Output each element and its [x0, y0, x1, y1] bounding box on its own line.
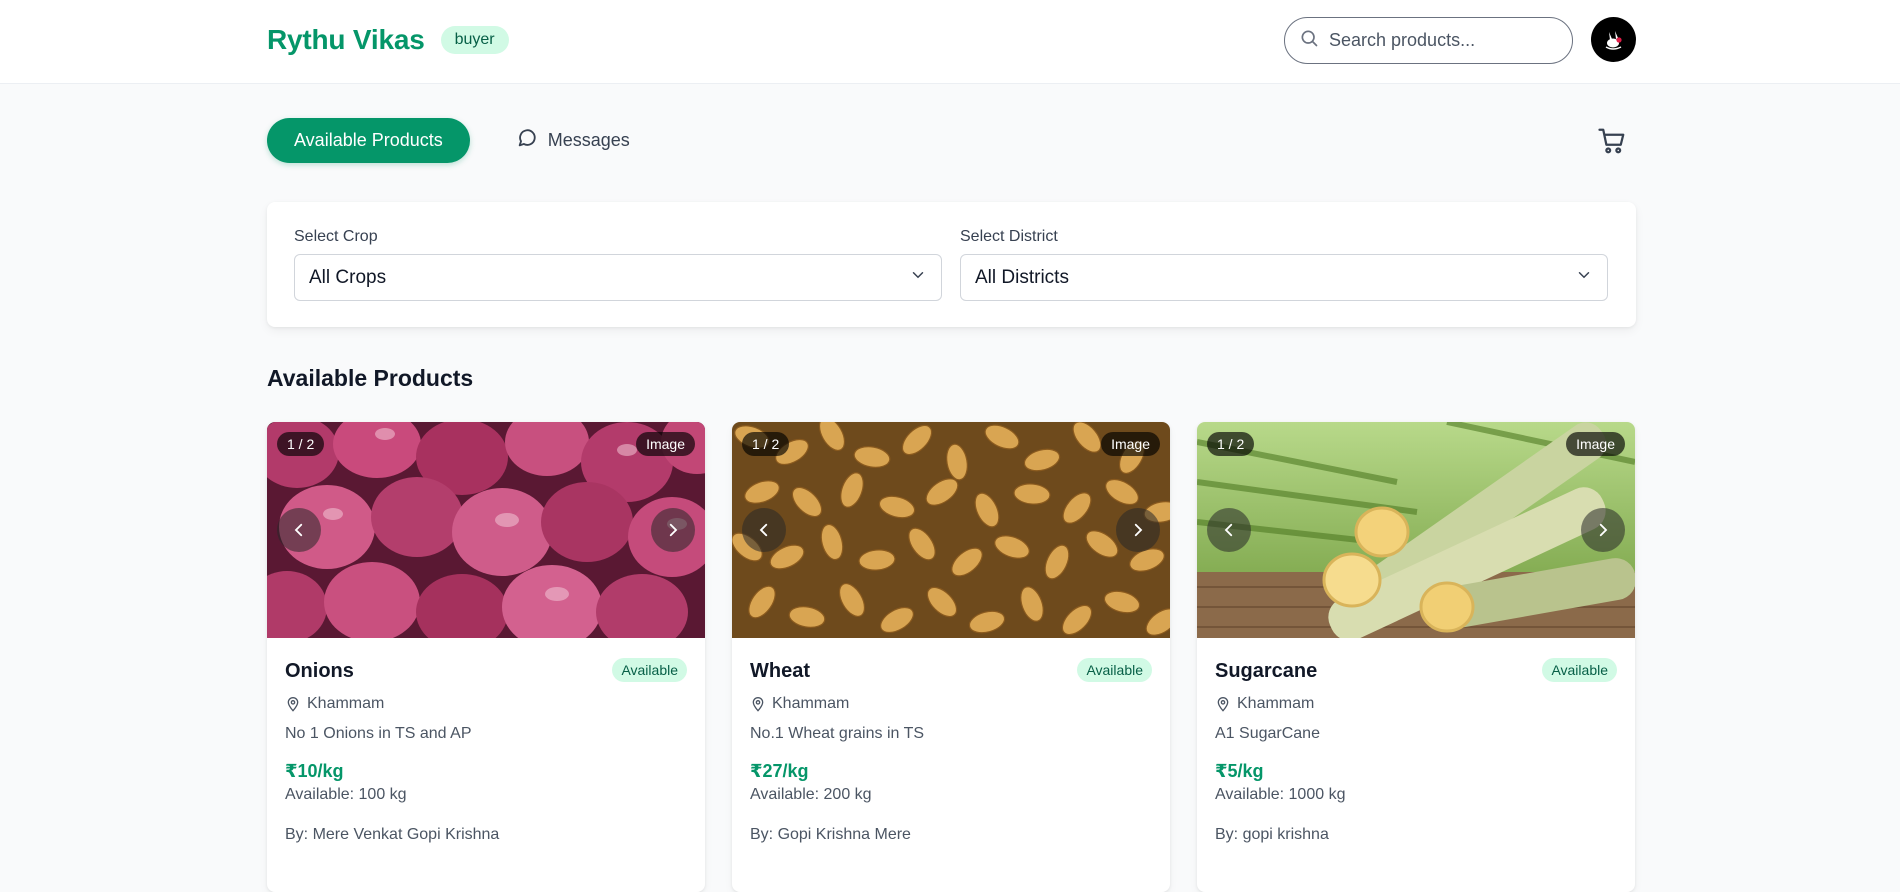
status-badge: Available: [1542, 658, 1617, 682]
chevron-left-icon: [1224, 523, 1233, 537]
product-image-carousel: 1 / 2 Image: [267, 422, 705, 638]
image-counter: 1 / 2: [277, 432, 325, 456]
product-details: Onions Available Khammam No 1 Onions in …: [267, 638, 705, 844]
map-pin-icon: [752, 697, 764, 712]
product-availability: Available: 200 kg: [750, 786, 872, 803]
product-card-sugarcane[interactable]: 1 / 2 Image Sugarcane Available Khammam …: [1197, 422, 1635, 892]
avatar-image: [1605, 30, 1622, 50]
product-description: No.1 Wheat grains in TS: [750, 725, 925, 742]
crop-select[interactable]: All Crops: [294, 254, 942, 301]
product-description: No 1 Onions in TS and AP: [285, 725, 472, 742]
next-image-button[interactable]: [651, 508, 695, 552]
image-counter: 1 / 2: [742, 432, 790, 456]
crop-select-value: All Crops: [309, 266, 387, 288]
chevron-right-icon: [1599, 523, 1608, 537]
search-input[interactable]: [1329, 30, 1549, 51]
crop-filter: Select Crop All Crops: [294, 228, 942, 301]
district-select[interactable]: All Districts: [960, 254, 1608, 301]
main-tabs: Available Products Messages: [267, 118, 652, 163]
section-title: Available Products: [267, 365, 474, 391]
message-icon: [516, 127, 538, 154]
brand: Rythu Vikas buyer: [267, 24, 509, 56]
product-description: A1 SugarCane: [1215, 725, 1320, 742]
chevron-down-icon: [1575, 266, 1593, 290]
product-seller: By: Gopi Krishna Mere: [750, 826, 911, 843]
location-text: Khammam: [307, 695, 385, 712]
crop-filter-label: Select Crop: [294, 228, 378, 245]
status-badge: Available: [612, 658, 687, 682]
product-price: ₹10/kg: [285, 761, 344, 781]
district-filter-label: Select District: [960, 228, 1058, 245]
product-location: Khammam: [750, 695, 1152, 713]
product-price: ₹5/kg: [1215, 761, 1264, 781]
image-label: Image: [1101, 432, 1160, 456]
chevron-right-icon: [1134, 523, 1143, 537]
search-box[interactable]: [1284, 17, 1573, 64]
image-label: Image: [636, 432, 695, 456]
map-pin-icon: [287, 697, 299, 712]
tab-messages[interactable]: Messages: [494, 118, 652, 163]
next-image-button[interactable]: [1581, 508, 1625, 552]
product-details: Wheat Available Khammam No.1 Wheat grain…: [732, 638, 1170, 844]
next-image-button[interactable]: [1116, 508, 1160, 552]
search-icon: [1299, 28, 1319, 53]
tab-messages-label: Messages: [547, 130, 630, 150]
product-card-wheat[interactable]: 1 / 2 Image Wheat Available Khammam No.1…: [732, 422, 1170, 892]
product-availability: Available: 100 kg: [285, 786, 407, 803]
product-image-carousel: 1 / 2 Image: [732, 422, 1170, 638]
image-counter: 1 / 2: [1207, 432, 1255, 456]
filter-panel: Select Crop All Crops Select District Al…: [267, 202, 1636, 327]
onion-photo: [267, 422, 705, 638]
wheat-photo: [732, 422, 1170, 638]
brand-name[interactable]: Rythu Vikas: [267, 24, 425, 56]
avatar[interactable]: [1591, 17, 1636, 62]
previous-image-button[interactable]: [742, 508, 786, 552]
product-seller: By: gopi krishna: [1215, 826, 1329, 843]
product-card-onions[interactable]: 1 / 2 Image Onions Available Khammam No …: [267, 422, 705, 892]
chevron-left-icon: [294, 523, 303, 537]
role-badge: buyer: [440, 26, 509, 54]
status-badge: Available: [1077, 658, 1152, 682]
previous-image-button[interactable]: [277, 508, 321, 552]
sugarcane-photo: [1197, 422, 1635, 638]
product-image-carousel: 1 / 2 Image: [1197, 422, 1635, 638]
tab-available-products[interactable]: Available Products: [267, 118, 470, 163]
map-pin-icon: [1217, 697, 1229, 712]
product-price: ₹27/kg: [750, 761, 809, 781]
chevron-left-icon: [759, 523, 768, 537]
image-label: Image: [1566, 432, 1625, 456]
location-text: Khammam: [1237, 695, 1315, 712]
cart-icon[interactable]: [1597, 126, 1627, 156]
district-select-value: All Districts: [975, 266, 1069, 288]
previous-image-button[interactable]: [1207, 508, 1251, 552]
product-location: Khammam: [1215, 695, 1617, 713]
product-details: Sugarcane Available Khammam A1 SugarCane…: [1197, 638, 1635, 844]
product-location: Khammam: [285, 695, 687, 713]
chevron-down-icon: [909, 266, 927, 290]
chevron-right-icon: [669, 523, 678, 537]
district-filter: Select District All Districts: [960, 228, 1608, 301]
product-availability: Available: 1000 kg: [1215, 786, 1346, 803]
location-text: Khammam: [772, 695, 850, 712]
product-seller: By: Mere Venkat Gopi Krishna: [285, 826, 500, 843]
top-bar: Rythu Vikas buyer: [0, 0, 1900, 84]
